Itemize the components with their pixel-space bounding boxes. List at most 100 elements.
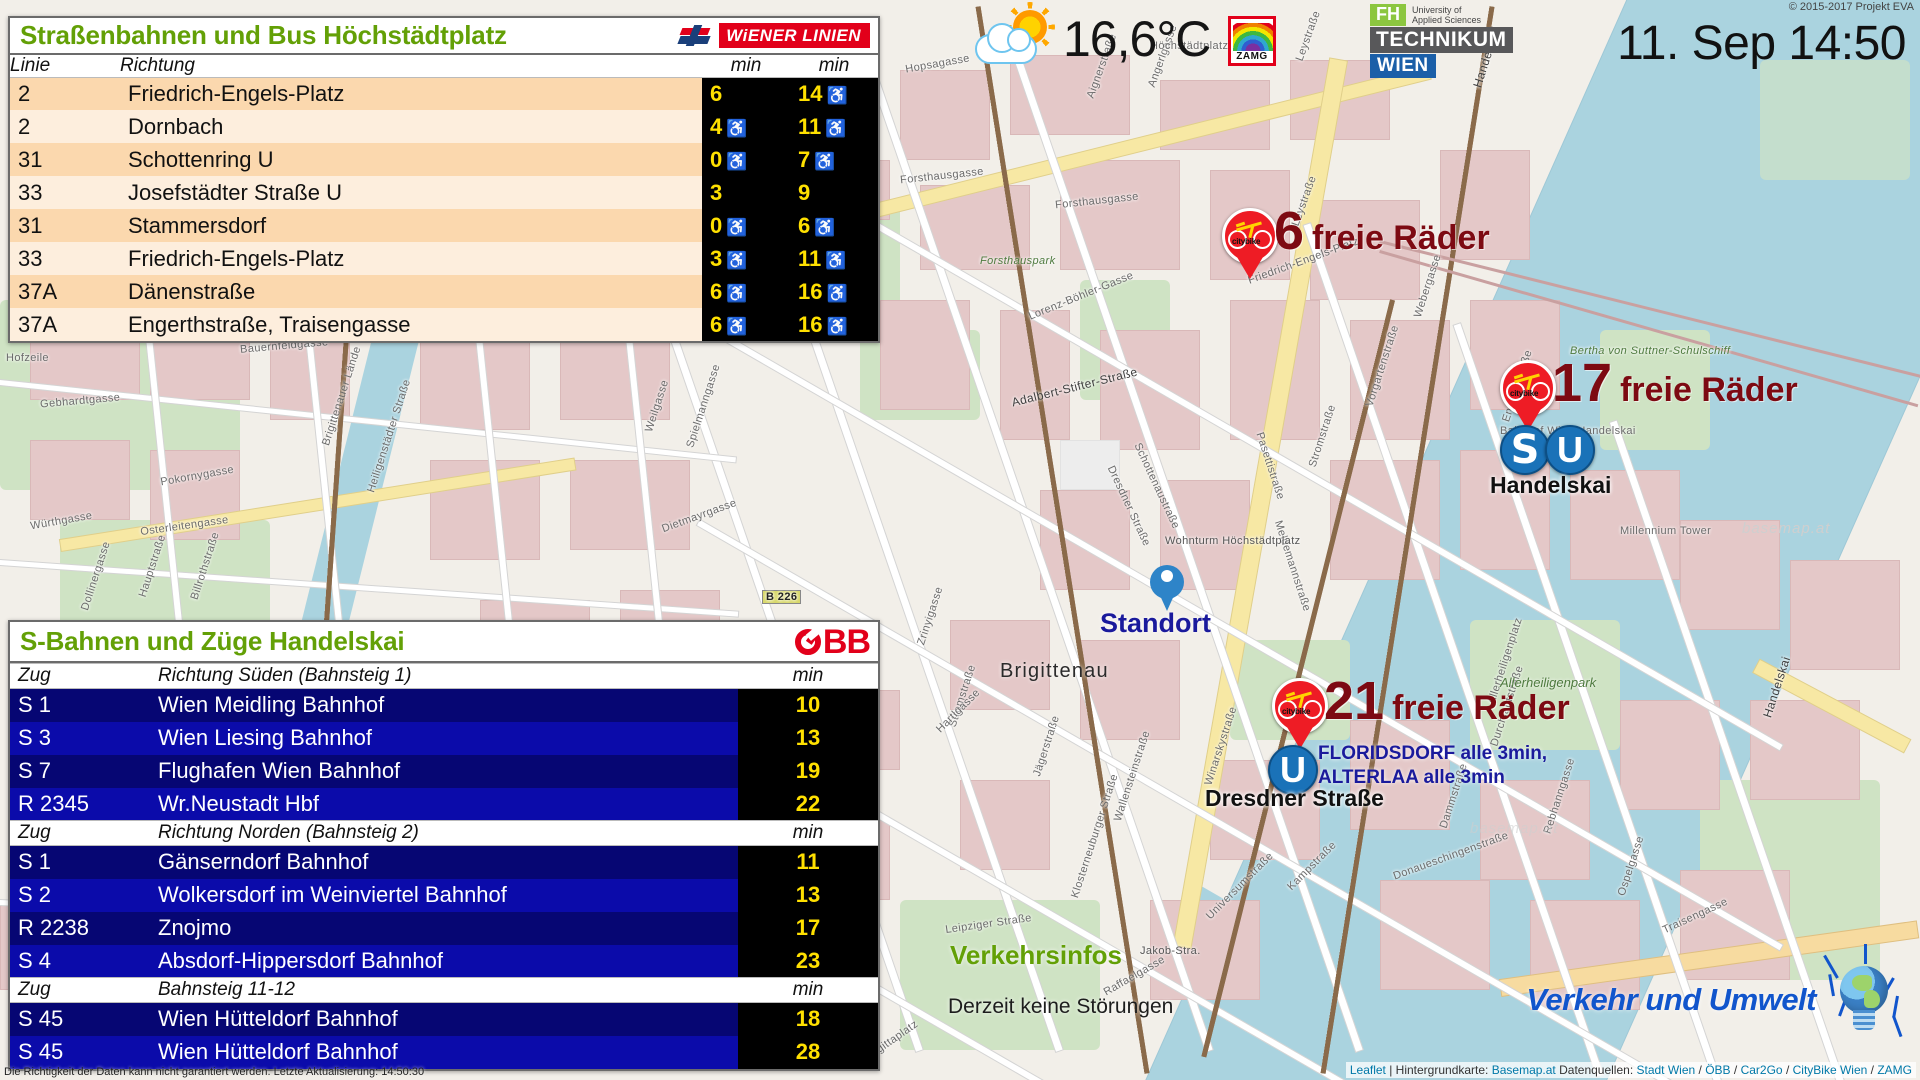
train-panel-header: S-Bahnen und Züge Handelskai BB	[10, 622, 878, 663]
train-number: S 45	[10, 1035, 150, 1069]
bike-count-label: freie Räder	[1620, 371, 1798, 409]
tram-panel-header: Straßenbahnen und Bus Höchstädtplatz WiE…	[10, 18, 878, 55]
wheelchair-icon: ♿	[814, 217, 836, 237]
basemap-link[interactable]: Basemap.at	[1492, 1063, 1556, 1077]
tram-line: 33	[10, 242, 120, 276]
train-destination: Wien Hütteldorf Bahnhof	[150, 1002, 738, 1036]
tram-min1: 4 ♿	[702, 110, 790, 144]
tram-direction: Schottenring U	[120, 143, 702, 177]
train-number: S 1	[10, 688, 150, 722]
source-link-citybike[interactable]: CityBike Wien	[1793, 1063, 1868, 1077]
attribution-sep2: Datenquellen:	[1555, 1063, 1637, 1077]
train-destination: Wr.Neustadt Hbf	[150, 787, 738, 821]
table-row: R 2238 Znojmo 17	[10, 911, 878, 945]
train-section-heading: Bahnsteig 11-12	[150, 977, 738, 1003]
wheelchair-icon: ♿	[825, 118, 847, 138]
traffic-info-message: Derzeit keine Störungen	[948, 995, 1174, 1018]
verkehr-und-umwelt-text: Verkehr und Umwelt	[1526, 982, 1816, 1017]
map-attribution[interactable]: Leaflet | Hintergrundkarte: Basemap.at D…	[1345, 1062, 1916, 1078]
leaflet-link[interactable]: Leaflet	[1350, 1063, 1386, 1077]
wheelchair-icon: ♿	[726, 217, 748, 237]
fh-technikum-wien-logo: FH University of Applied Sciences TECHNI…	[1370, 4, 1520, 78]
wheelchair-icon: ♿	[825, 250, 847, 270]
train-min: 13	[738, 878, 878, 912]
temperature-value: 16,6°C	[1063, 11, 1211, 67]
train-number: S 45	[10, 1002, 150, 1036]
bike-count-value: 21	[1324, 671, 1385, 731]
bike-count-value: 17	[1552, 353, 1613, 413]
train-section-header: Zug Richtung Norden (Bahnsteig 2) min	[10, 820, 878, 846]
table-row: 33 Josefstädter Straße U 3 9	[10, 176, 878, 210]
stop-label-handelskai: Handelskai	[1490, 472, 1612, 498]
tram-line: 33	[10, 176, 120, 210]
citybike-count-2: 17 freie Räder	[1552, 352, 1798, 414]
fh-university-line1: University of	[1412, 5, 1462, 15]
tram-min2: 9	[790, 176, 878, 210]
bicycle-icon: citybike	[1228, 221, 1272, 249]
train-destination: Wolkersdorf im Weinviertel Bahnhof	[150, 878, 738, 912]
citybike-icon: citybike	[1222, 208, 1278, 264]
citybike-icon: citybike	[1500, 360, 1556, 416]
bike-count-label: freie Räder	[1392, 689, 1570, 727]
fh-wien: WIEN	[1370, 53, 1436, 78]
stop-label-dresdner-strasse: Dresdner Straße	[1205, 785, 1384, 811]
train-min: 13	[738, 721, 878, 755]
tram-min2: 14 ♿	[790, 77, 878, 111]
fh-university-line2: Applied Sciences	[1412, 15, 1482, 26]
fh-technikum: TECHNIKUM	[1370, 26, 1513, 53]
location-pin[interactable]	[1150, 565, 1184, 599]
tram-min1: 0 ♿	[702, 143, 790, 177]
train-section-header: Zug Richtung Süden (Bahnsteig 1) min	[10, 663, 878, 689]
rainbow-icon	[1233, 23, 1273, 51]
wheelchair-icon: ♿	[726, 283, 748, 303]
tram-col-line: Linie	[10, 54, 120, 78]
tram-departure-panel: Straßenbahnen und Bus Höchstädtplatz WiE…	[8, 16, 880, 344]
train-section-header: Zug Bahnsteig 11-12 min	[10, 977, 878, 1003]
wheelchair-icon: ♿	[826, 316, 848, 336]
table-row: 37A Engerthstraße, Traisengasse 6 ♿ 16 ♿	[10, 308, 878, 342]
source-link-zamg[interactable]: ZAMG	[1877, 1063, 1912, 1077]
sun-behind-cloud-icon	[975, 10, 1053, 68]
tram-min2: 7 ♿	[790, 143, 878, 177]
tram-line: 2	[10, 110, 120, 144]
citybike-marker-1[interactable]: citybike 6 freie Räder	[1222, 201, 1490, 264]
train-destination: Flughafen Wien Bahnhof	[150, 754, 738, 788]
citybike-marker-3[interactable]: citybike 21 freie Räder	[1272, 671, 1570, 734]
table-row: S 2 Wolkersdorf im Weinviertel Bahnhof 1…	[10, 878, 878, 912]
source-link-oebb[interactable]: ÖBB	[1705, 1063, 1730, 1077]
table-row: S 45 Wien Hütteldorf Bahnhof 28	[10, 1035, 878, 1069]
tram-min2: 16 ♿	[790, 308, 878, 342]
display-root: Hopsagasse Forsthausgasse Forsthausgasse…	[0, 0, 1920, 1080]
tram-col-direction: Richtung	[120, 54, 702, 78]
tram-min2: 6 ♿	[790, 209, 878, 243]
bicycle-icon: citybike	[1506, 373, 1550, 401]
ubahn-note-line1: FLORIDSDORF alle 3min,	[1318, 743, 1548, 764]
citybike-count-1: 6 freie Räder	[1274, 200, 1490, 262]
table-row: R 2345 Wr.Neustadt Hbf 22	[10, 787, 878, 821]
train-col-min: min	[738, 663, 878, 689]
table-row: 31 Stammersdorf 0 ♿ 6 ♿	[10, 209, 878, 243]
train-min: 10	[738, 688, 878, 722]
source-link-stadt-wien[interactable]: Stadt Wien	[1637, 1063, 1696, 1077]
sbahn-icon-handelskai[interactable]: S	[1500, 425, 1550, 475]
verkehr-und-umwelt-logo: Verkehr und Umwelt	[1526, 944, 1906, 1042]
train-min: 18	[738, 1002, 878, 1036]
source-link-car2go[interactable]: Car2Go	[1741, 1063, 1783, 1077]
zamg-logo: ZAMG	[1228, 16, 1276, 66]
ubahn-icon-handelskai[interactable]: U	[1545, 425, 1595, 475]
weather-widget: 16,6°C	[975, 10, 1211, 68]
citybike-count-3: 21 freie Räder	[1324, 670, 1570, 732]
table-row: 33 Friedrich-Engels-Platz 3 ♿ 11 ♿	[10, 242, 878, 276]
citybike-marker-2[interactable]: citybike 17 freie Räder	[1500, 353, 1798, 416]
bike-count-label: freie Räder	[1312, 219, 1490, 257]
datetime-display: 11. Sep 14:50	[1617, 17, 1906, 70]
tram-line: 37A	[10, 308, 120, 342]
train-min: 23	[738, 944, 878, 978]
copyright-notice: © 2015-2017 Projekt EVA	[1788, 1, 1914, 13]
location-label: Standort	[1100, 608, 1211, 638]
train-destination: Absdorf-Hippersdorf Bahnhof	[150, 944, 738, 978]
wheelchair-icon: ♿	[726, 316, 748, 336]
tram-direction: Engerthstraße, Traisengasse	[120, 308, 702, 342]
train-number: R 2345	[10, 787, 150, 821]
table-row: S 3 Wien Liesing Bahnhof 13	[10, 721, 878, 755]
